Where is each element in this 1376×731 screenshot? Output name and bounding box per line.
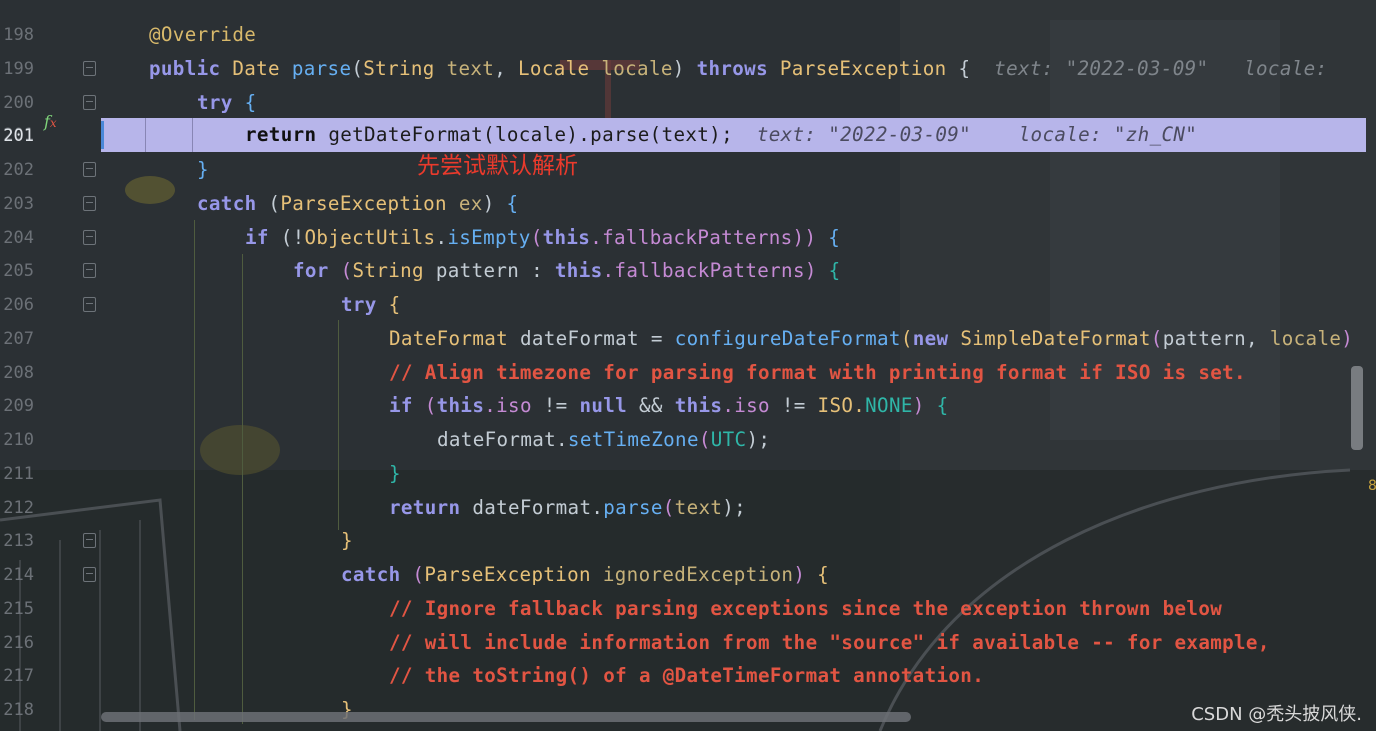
code-comment: // the toString() of a @DateTimeFormat a…	[389, 664, 985, 687]
line-number: 218	[3, 700, 34, 720]
fold-marker-icon[interactable]	[83, 95, 96, 110]
horizontal-scrollbar[interactable]	[101, 712, 911, 722]
code-text: public Date parse(String text, Locale lo…	[149, 57, 1328, 80]
code-text: dateFormat.setTimeZone(UTC);	[437, 428, 771, 451]
code-line[interactable]: 215 // Ignore fallback parsing exception…	[0, 592, 1376, 626]
inline-debug-hint: text: "2022-03-09"	[994, 57, 1209, 80]
fold-marker-icon[interactable]	[83, 196, 96, 211]
code-line[interactable]: 199 fx public Date parse(String text, Lo…	[0, 52, 1376, 131]
code-text: @Override	[149, 23, 257, 46]
fold-marker-icon[interactable]	[83, 162, 96, 177]
code-line[interactable]: 205 for (String pattern : this.fallbackP…	[0, 254, 1376, 288]
line-number: 210	[3, 430, 34, 450]
code-text: }	[197, 158, 209, 181]
fold-marker-icon[interactable]	[83, 61, 96, 76]
line-number: 201	[3, 126, 34, 146]
line-number: 206	[3, 295, 34, 315]
line-number: 205	[3, 261, 34, 281]
fold-marker-icon[interactable]	[83, 230, 96, 245]
line-number: 211	[3, 464, 34, 484]
line-number: 199	[3, 59, 34, 79]
code-text: try {	[197, 91, 257, 114]
code-line[interactable]: 211 }	[0, 457, 1376, 491]
fold-marker-icon[interactable]	[83, 263, 96, 278]
code-line[interactable]: 200 try {	[0, 86, 1376, 120]
code-line[interactable]: 207 DateFormat dateFormat = configureDat…	[0, 322, 1376, 356]
line-number: 202	[3, 160, 34, 180]
code-text: return getDateFormat(locale).parse(text)…	[245, 123, 1198, 146]
code-line[interactable]: 210 dateFormat.setTimeZone(UTC);	[0, 423, 1376, 457]
code-line[interactable]: 202 }	[0, 153, 1376, 187]
fold-marker-icon[interactable]	[83, 297, 96, 312]
line-number: 198	[3, 25, 34, 45]
current-execution-line[interactable]: 201 return getDateFormat(locale).parse(t…	[3, 118, 1366, 152]
inline-debug-hint: locale: "zh_CN"	[1018, 123, 1198, 146]
code-text: DateFormat dateFormat = configureDateFor…	[389, 327, 1354, 350]
warning-stripe-icon[interactable]: 8	[1368, 478, 1376, 494]
line-number: 207	[3, 329, 34, 349]
line-number: 212	[3, 498, 34, 518]
code-line[interactable]: 198 @Override	[0, 18, 1376, 52]
watermark: CSDN @秃头披风侠.	[1191, 704, 1362, 725]
line-number: 200	[3, 93, 34, 113]
line-number: 209	[3, 396, 34, 416]
code-line[interactable]: 213 }	[0, 524, 1376, 558]
line-number: 213	[3, 531, 34, 551]
code-text: catch (ParseException ignoredException) …	[341, 563, 830, 586]
code-line[interactable]: 212 return dateFormat.parse(text);	[0, 491, 1376, 525]
code-line[interactable]: 217 // the toString() of a @DateTimeForm…	[0, 659, 1376, 693]
code-text: for (String pattern : this.fallbackPatte…	[293, 259, 841, 282]
code-text: return dateFormat.parse(text);	[389, 496, 747, 519]
inline-debug-hint: locale:	[1244, 57, 1328, 80]
line-number: 215	[3, 599, 34, 619]
code-comment: // Ignore fallback parsing exceptions si…	[389, 597, 1223, 620]
line-number: 214	[3, 565, 34, 585]
line-number: 204	[3, 228, 34, 248]
text-caret	[101, 121, 104, 149]
code-line[interactable]: 208 // Align timezone for parsing format…	[0, 356, 1376, 390]
line-number: 217	[3, 666, 34, 686]
line-number: 216	[3, 633, 34, 653]
code-line[interactable]: 209 if (this.iso != null && this.iso != …	[0, 389, 1376, 423]
code-text: }	[341, 529, 353, 552]
code-editor[interactable]: 198 @Override 199 fx public Date parse(S…	[0, 0, 1376, 731]
code-line[interactable]: 204 if (!ObjectUtils.isEmpty(this.fallba…	[0, 221, 1376, 255]
code-comment: // will include information from the "so…	[389, 631, 1270, 654]
code-line[interactable]: 206 try {	[0, 288, 1376, 322]
code-line[interactable]: 203 catch (ParseException ex) {	[0, 187, 1376, 221]
vertical-scrollbar[interactable]	[1351, 366, 1363, 450]
code-text: catch (ParseException ex) {	[197, 192, 519, 215]
line-number: 208	[3, 363, 34, 383]
fold-marker-icon[interactable]	[83, 567, 96, 582]
code-line[interactable]: 214 catch (ParseException ignoredExcepti…	[0, 558, 1376, 592]
line-number: 203	[3, 194, 34, 214]
code-text: try {	[341, 293, 401, 316]
code-text: if (!ObjectUtils.isEmpty(this.fallbackPa…	[245, 226, 841, 249]
code-text: }	[389, 462, 401, 485]
code-text: if (this.iso != null && this.iso != ISO.…	[389, 394, 949, 417]
fold-marker-icon[interactable]	[83, 533, 96, 548]
code-line[interactable]: 216 // will include information from the…	[0, 626, 1376, 660]
inline-debug-hint: text: "2022-03-09"	[756, 123, 972, 146]
code-comment: // Align timezone for parsing format wit…	[389, 361, 1246, 384]
